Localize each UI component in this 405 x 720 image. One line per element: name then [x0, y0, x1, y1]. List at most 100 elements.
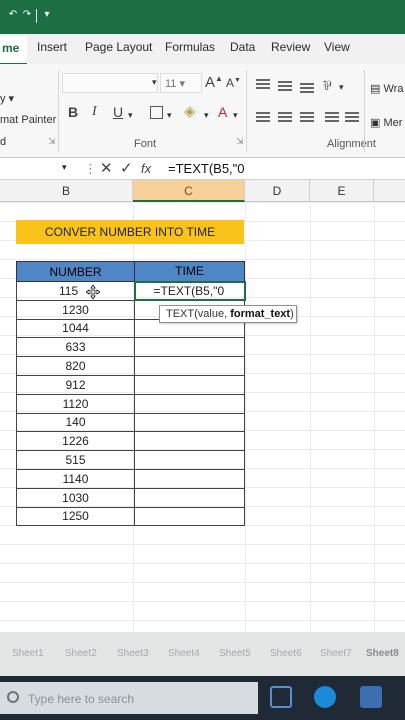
tooltip-active-arg[interactable]: format_text: [230, 308, 290, 320]
sheet-tab-8[interactable]: Sheet8: [366, 648, 399, 659]
time-cell[interactable]: [134, 356, 245, 376]
number-cell[interactable]: 1230: [16, 299, 135, 320]
tab-home[interactable]: me: [0, 36, 28, 65]
windows-taskbar: Type here to search: [0, 676, 405, 720]
decrease-indent-icon[interactable]: [325, 112, 339, 122]
time-cell[interactable]: [134, 468, 245, 489]
time-cell[interactable]: [134, 393, 245, 414]
number-cell[interactable]: 140: [16, 412, 135, 433]
font-expand-icon[interactable]: ⇲: [236, 136, 244, 147]
underline-dropdown-icon[interactable]: ▾: [128, 110, 133, 121]
time-cell[interactable]: [134, 450, 245, 470]
taskbar-search-box[interactable]: Type here to search: [0, 682, 258, 714]
align-center-icon[interactable]: [278, 112, 292, 122]
column-header-d[interactable]: D: [245, 180, 310, 202]
fill-color-dropdown-icon[interactable]: ▾: [204, 110, 209, 121]
align-top-icon[interactable]: [256, 79, 270, 89]
clipboard-launcher-icon[interactable]: d: [0, 136, 6, 148]
align-bottom-icon[interactable]: [300, 83, 314, 93]
customize-dropdown-icon[interactable]: ▾: [40, 8, 54, 22]
time-cell[interactable]: [134, 506, 245, 527]
name-box-dropdown-icon[interactable]: ▾: [62, 162, 67, 173]
align-left-icon[interactable]: [256, 112, 270, 122]
font-color-dropdown-icon[interactable]: ▾: [233, 110, 238, 121]
number-cell[interactable]: 1120: [16, 393, 135, 414]
font-name-dropdown-icon[interactable]: ▾: [152, 77, 157, 88]
number-cell[interactable]: 1044: [16, 318, 135, 339]
merge-center-button[interactable]: ▣ Mer: [370, 116, 402, 129]
number-cell[interactable]: 912: [16, 374, 135, 395]
enter-icon[interactable]: ✓: [120, 159, 133, 177]
time-cell[interactable]: [134, 412, 245, 433]
sheet-tab-2[interactable]: Sheet2: [65, 648, 97, 659]
underline-button[interactable]: U: [113, 104, 123, 120]
font-name-box[interactable]: [62, 73, 158, 93]
name-box[interactable]: ▾: [0, 158, 70, 180]
table-row: 115 =TEXT(B5,"0: [16, 280, 246, 302]
number-cell[interactable]: 115: [16, 281, 135, 301]
italic-button[interactable]: I: [92, 104, 97, 120]
header-time[interactable]: TIME: [134, 261, 245, 282]
sheet-tab-7[interactable]: Sheet7: [320, 648, 352, 659]
tab-view[interactable]: View: [324, 40, 350, 54]
clipboard-expand-icon[interactable]: ⇲: [48, 136, 56, 147]
decrease-font-icon[interactable]: A▼: [226, 76, 241, 90]
time-cell[interactable]: [134, 337, 245, 358]
time-cell[interactable]: [134, 431, 245, 452]
column-header-b[interactable]: B: [0, 180, 133, 202]
orientation-dropdown-icon[interactable]: ▾: [339, 82, 344, 93]
font-size-box[interactable]: 11 ▾: [160, 73, 202, 93]
borders-icon[interactable]: [150, 106, 163, 119]
bold-button[interactable]: B: [68, 104, 78, 120]
sheet-tab-6[interactable]: Sheet6: [270, 648, 302, 659]
formula-bar: ▾ ⋮ ✕ ✓ fx =TEXT(B5,"0: [0, 158, 405, 180]
time-cell-editing[interactable]: =TEXT(B5,"0: [133, 280, 246, 302]
align-middle-icon[interactable]: [278, 81, 292, 91]
header-number[interactable]: NUMBER: [16, 261, 135, 282]
orientation-icon[interactable]: ⅌: [323, 76, 332, 94]
tab-data[interactable]: Data: [230, 40, 255, 54]
borders-dropdown-icon[interactable]: ▾: [167, 110, 172, 121]
file-explorer-icon[interactable]: [360, 686, 382, 708]
number-cell[interactable]: 633: [16, 337, 135, 358]
increase-font-icon[interactable]: A▲: [205, 74, 223, 91]
redo-icon[interactable]: ↷: [20, 8, 34, 22]
formula-input[interactable]: =TEXT(B5,"0: [168, 161, 245, 176]
time-cell[interactable]: [134, 374, 245, 395]
merge-center-icon: ▣: [370, 117, 381, 129]
title-banner[interactable]: CONVER NUMBER INTO TIME: [16, 220, 244, 244]
tab-review[interactable]: Review: [271, 40, 310, 54]
task-view-icon[interactable]: [270, 686, 292, 708]
tab-page-layout[interactable]: Page Layout: [85, 40, 152, 54]
undo-icon[interactable]: ↶: [6, 8, 20, 22]
insert-function-icon[interactable]: fx: [141, 161, 151, 176]
number-cell[interactable]: 515: [16, 450, 135, 470]
align-right-icon[interactable]: [300, 112, 314, 122]
increase-indent-icon[interactable]: [345, 112, 359, 122]
edge-browser-icon[interactable]: [314, 686, 336, 708]
tab-insert[interactable]: Insert: [37, 40, 67, 54]
sheet-tab-4[interactable]: Sheet4: [168, 648, 200, 659]
number-cell[interactable]: 820: [16, 356, 135, 376]
sheet-tab-3[interactable]: Sheet3: [117, 648, 149, 659]
column-headers: B C D E: [0, 180, 405, 202]
tab-formulas[interactable]: Formulas: [165, 40, 215, 54]
number-cell[interactable]: 1226: [16, 431, 135, 452]
sheet-tab-5[interactable]: Sheet5: [219, 648, 251, 659]
number-cell[interactable]: 1250: [16, 506, 135, 527]
format-painter-button[interactable]: mat Painter: [0, 114, 56, 126]
sheet-tab-1[interactable]: Sheet1: [12, 648, 44, 659]
column-header-c[interactable]: C: [133, 180, 245, 202]
table-row: 1250: [16, 506, 245, 527]
copy-dropdown-icon[interactable]: y ▾: [0, 92, 14, 105]
column-header-f[interactable]: [374, 180, 405, 202]
number-cell[interactable]: 1030: [16, 487, 135, 508]
cancel-icon[interactable]: ✕: [100, 159, 113, 177]
wrap-text-button[interactable]: ▤ Wra: [370, 82, 403, 95]
time-cell[interactable]: [134, 487, 245, 508]
wrap-text-icon: ▤: [370, 83, 381, 95]
number-cell[interactable]: 1140: [16, 468, 135, 489]
fill-color-icon[interactable]: ◈: [184, 102, 196, 120]
font-color-icon[interactable]: A: [218, 104, 227, 120]
column-header-e[interactable]: E: [310, 180, 374, 202]
